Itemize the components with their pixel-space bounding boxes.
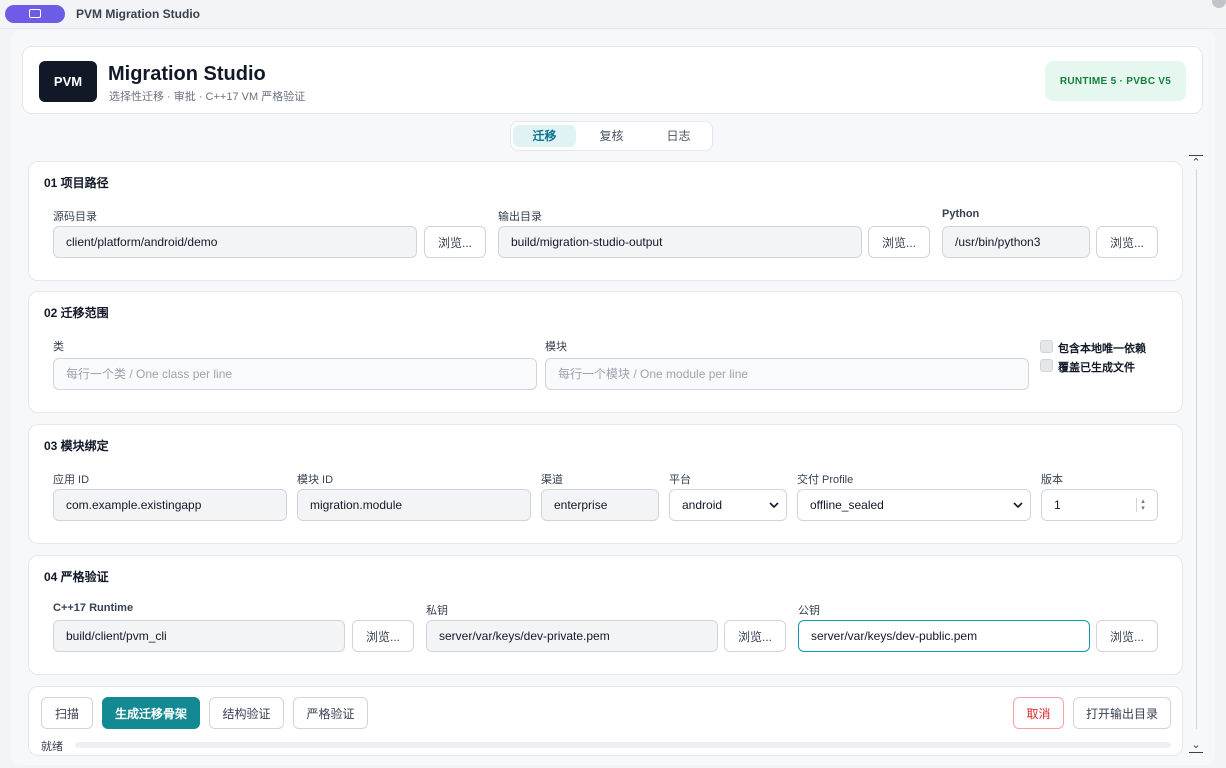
app-id-label: 应用 ID: [53, 474, 90, 486]
module-textarea[interactable]: 每行一个模块 / One module per line: [545, 358, 1029, 390]
public-key-input[interactable]: server/var/keys/dev-public.pem: [798, 620, 1090, 652]
tab-migrate[interactable]: 迁移: [513, 125, 576, 147]
header-card: PVM Migration Studio 选择性迁移 · 审批 · C++17 …: [22, 46, 1203, 114]
app-icon: [5, 5, 65, 23]
include-deps-label: 包含本地唯一依赖: [1058, 343, 1146, 355]
status-text: 就绪: [41, 741, 63, 753]
version-label: 版本: [1041, 474, 1063, 486]
tab-review[interactable]: 复核: [580, 125, 643, 147]
monitor-icon: [29, 9, 41, 18]
section-binding: 03 模块绑定 应用 ID com.example.existingapp 模块…: [28, 424, 1183, 544]
browse-public-key-button[interactable]: 浏览...: [1096, 620, 1158, 652]
overwrite-checkbox[interactable]: [1040, 359, 1053, 372]
section-project-paths: 01 项目路径 源码目录 client/platform/android/dem…: [28, 161, 1183, 281]
stepper-arrows-icon[interactable]: ▴ ▾: [1136, 498, 1149, 512]
browse-private-key-button[interactable]: 浏览...: [724, 620, 786, 652]
window-corner-icon: [1212, 0, 1226, 8]
output-dir-label: 输出目录: [498, 211, 542, 223]
section-title: 02 迁移范围: [44, 306, 109, 320]
section-strict-verify: 04 严格验证 C++17 Runtime build/client/pvm_c…: [28, 555, 1183, 675]
tab-bar: 迁移 复核 日志: [510, 121, 713, 151]
scan-button[interactable]: 扫描: [41, 697, 93, 729]
platform-select[interactable]: android: [669, 489, 787, 521]
class-textarea[interactable]: 每行一个类 / One class per line: [53, 358, 537, 390]
module-id-input[interactable]: migration.module: [297, 489, 531, 521]
channel-label: 渠道: [541, 474, 563, 486]
browse-python-button[interactable]: 浏览...: [1096, 226, 1158, 258]
browse-output-button[interactable]: 浏览...: [868, 226, 930, 258]
platform-value: android: [682, 498, 723, 512]
module-label: 模块: [545, 341, 567, 353]
module-id-label: 模块 ID: [297, 474, 334, 486]
python-label: Python: [942, 208, 980, 220]
private-key-input[interactable]: server/var/keys/dev-private.pem: [426, 620, 718, 652]
channel-input[interactable]: enterprise: [541, 489, 659, 521]
app-id-input[interactable]: com.example.existingapp: [53, 489, 287, 521]
profile-label: 交付 Profile: [797, 474, 854, 486]
output-dir-input[interactable]: build/migration-studio-output: [498, 226, 862, 258]
overwrite-label: 覆盖已生成文件: [1058, 362, 1135, 374]
window-title: PVM Migration Studio: [76, 7, 200, 21]
structure-verify-button[interactable]: 结构验证: [209, 697, 284, 729]
platform-label: 平台: [669, 474, 691, 486]
open-output-button[interactable]: 打开输出目录: [1073, 697, 1171, 729]
action-bar: 扫描 生成迁移骨架 结构验证 严格验证 取消 打开输出目录 就绪: [28, 686, 1183, 756]
private-key-label: 私钥: [426, 605, 448, 617]
scroll-up-icon[interactable]: ⌃: [1189, 155, 1203, 170]
section-title: 04 严格验证: [44, 570, 109, 584]
vertical-scrollbar[interactable]: ⌃ ⌄: [1187, 155, 1205, 753]
runtime-input[interactable]: build/client/pvm_cli: [53, 620, 345, 652]
title-bar: PVM Migration Studio: [0, 0, 1226, 29]
include-deps-checkbox[interactable]: [1040, 340, 1053, 353]
logo: PVM: [39, 61, 97, 102]
source-dir-input[interactable]: client/platform/android/demo: [53, 226, 417, 258]
scrollbar-track[interactable]: [1196, 169, 1197, 729]
class-label: 类: [53, 341, 64, 353]
progress-bar: [75, 742, 1171, 748]
generate-skeleton-button[interactable]: 生成迁移骨架: [102, 697, 200, 729]
profile-value: offline_sealed: [810, 498, 884, 512]
section-title: 01 项目路径: [44, 176, 109, 190]
browse-runtime-button[interactable]: 浏览...: [352, 620, 414, 652]
profile-select[interactable]: offline_sealed: [797, 489, 1031, 521]
public-key-label: 公钥: [798, 605, 820, 617]
chevron-down-icon: [1012, 499, 1024, 511]
strict-verify-button[interactable]: 严格验证: [293, 697, 368, 729]
version-stepper[interactable]: 1 ▴ ▾: [1041, 489, 1158, 521]
section-title: 03 模块绑定: [44, 439, 109, 453]
python-input[interactable]: /usr/bin/python3: [942, 226, 1090, 258]
version-value: 1: [1054, 498, 1061, 512]
section-scope: 02 迁移范围 类 每行一个类 / One class per line 模块 …: [28, 291, 1183, 413]
browse-source-button[interactable]: 浏览...: [424, 226, 486, 258]
scroll-down-icon[interactable]: ⌄: [1189, 738, 1203, 753]
cancel-button[interactable]: 取消: [1013, 697, 1064, 729]
page-title: Migration Studio: [108, 63, 266, 85]
runtime-badge: RUNTIME 5 · PVBC V5: [1045, 61, 1186, 101]
page-subtitle: 选择性迁移 · 审批 · C++17 VM 严格验证: [109, 91, 306, 103]
source-dir-label: 源码目录: [53, 211, 97, 223]
chevron-down-icon: [768, 499, 780, 511]
runtime-label: C++17 Runtime: [53, 602, 134, 614]
tab-log[interactable]: 日志: [647, 125, 710, 147]
